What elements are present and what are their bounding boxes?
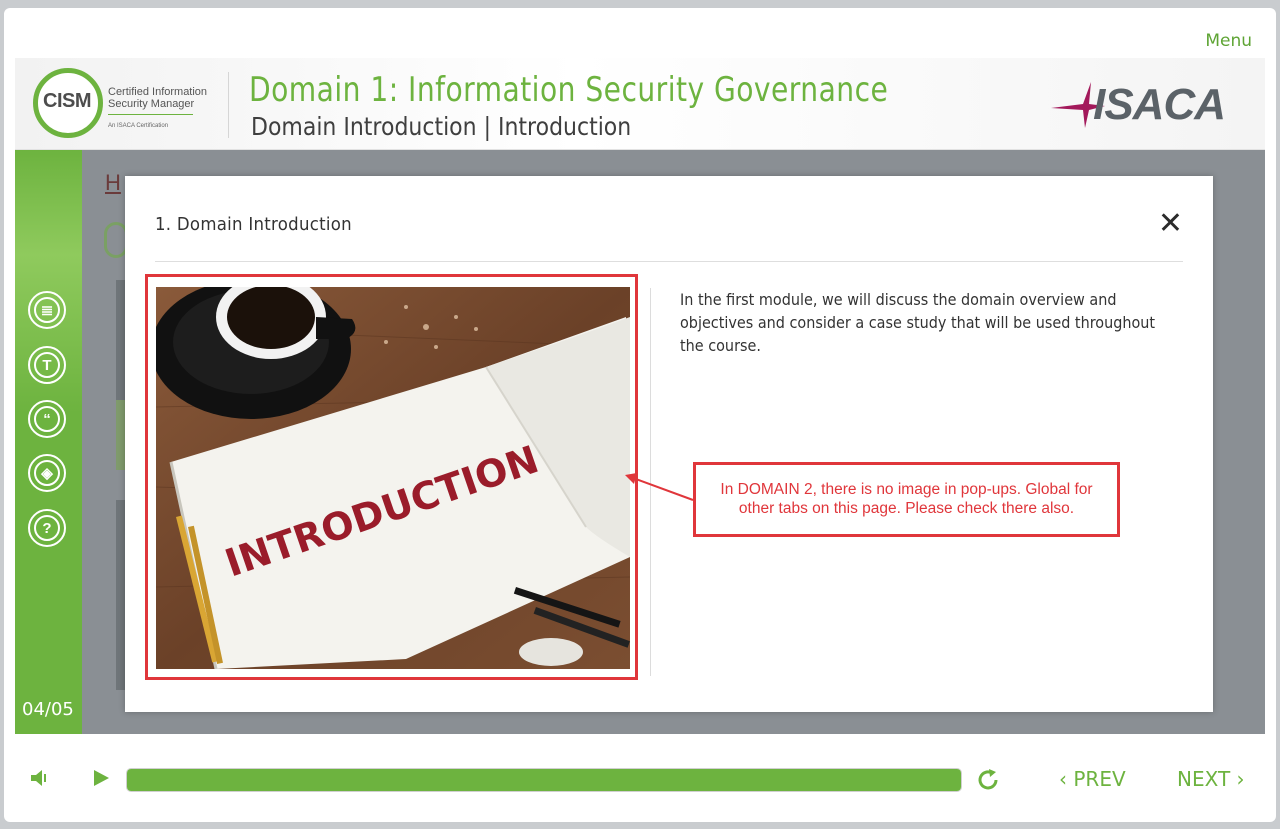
cism-logo-text: CISM <box>42 90 92 113</box>
modal-body-text: In the first module, we will discuss the… <box>680 290 1156 355</box>
help-icon[interactable]: ? <box>28 509 66 547</box>
modal-divider <box>155 261 1183 262</box>
player-controls: ‹ PREV NEXT › <box>15 734 1265 822</box>
transcript-icon[interactable]: T <box>28 346 66 384</box>
isaca-logo: ISACA <box>1051 80 1226 130</box>
image-annotation-box: INTRODUCTION <box>145 274 638 680</box>
transcript-icon-glyph: T <box>34 352 60 378</box>
cism-logo: CISM Certified Information Security Mana… <box>33 68 213 138</box>
progress-bar[interactable] <box>126 768 962 792</box>
background-link: H <box>105 170 121 195</box>
introduction-photo: INTRODUCTION <box>156 287 630 669</box>
review-annotation-note: In DOMAIN 2, there is no image in pop-up… <box>693 462 1120 537</box>
page-title: Domain 1: Information Security Governanc… <box>249 70 889 110</box>
introduction-photo-art: INTRODUCTION <box>156 287 630 669</box>
help-icon-glyph: ? <box>34 515 60 541</box>
replay-icon[interactable] <box>975 767 1001 798</box>
header-divider <box>228 72 229 138</box>
quote-icon[interactable]: “ <box>28 400 66 438</box>
volume-icon[interactable] <box>29 767 51 794</box>
close-icon[interactable]: ✕ <box>1158 209 1183 239</box>
cism-logo-sub-line-1: Certified Information <box>108 86 208 98</box>
isaca-wordmark: ISACA <box>1093 80 1226 129</box>
page-counter: 04/05 <box>22 699 74 720</box>
prev-button-label: PREV <box>1073 767 1126 791</box>
menu-link[interactable]: Menu <box>1205 31 1252 51</box>
modal-column-divider <box>650 288 651 676</box>
play-icon[interactable] <box>91 768 111 793</box>
progress-fill <box>127 769 961 791</box>
layers-icon-glyph: ◈ <box>34 460 60 486</box>
cism-logo-subtitle: Certified Information Security Manager <box>108 86 218 110</box>
cism-logo-sub-line-2: Security Manager <box>108 98 195 110</box>
layers-icon[interactable]: ◈ <box>28 454 66 492</box>
intro-modal: 1. Domain Introduction ✕ INTRODUCTION In… <box>125 176 1213 712</box>
quote-icon-glyph: “ <box>34 406 60 432</box>
course-header: CISM Certified Information Security Mana… <box>15 58 1265 150</box>
sidebar: ≣ T “ ◈ ? 04/05 <box>15 150 82 734</box>
prev-button[interactable]: ‹ PREV <box>1059 767 1126 791</box>
page-subtitle: Domain Introduction | Introduction <box>251 112 632 141</box>
modal-title: 1. Domain Introduction <box>155 214 352 235</box>
chevron-left-icon: ‹ <box>1059 767 1074 791</box>
chevron-right-icon: › <box>1230 767 1245 791</box>
resources-icon[interactable]: ≣ <box>28 291 66 329</box>
next-button-label: NEXT <box>1177 767 1231 791</box>
cism-logo-tagline: An ISACA Certification <box>108 123 169 129</box>
cism-logo-rule <box>108 114 193 115</box>
resources-icon-glyph: ≣ <box>34 297 60 323</box>
next-button[interactable]: NEXT › <box>1177 767 1245 791</box>
